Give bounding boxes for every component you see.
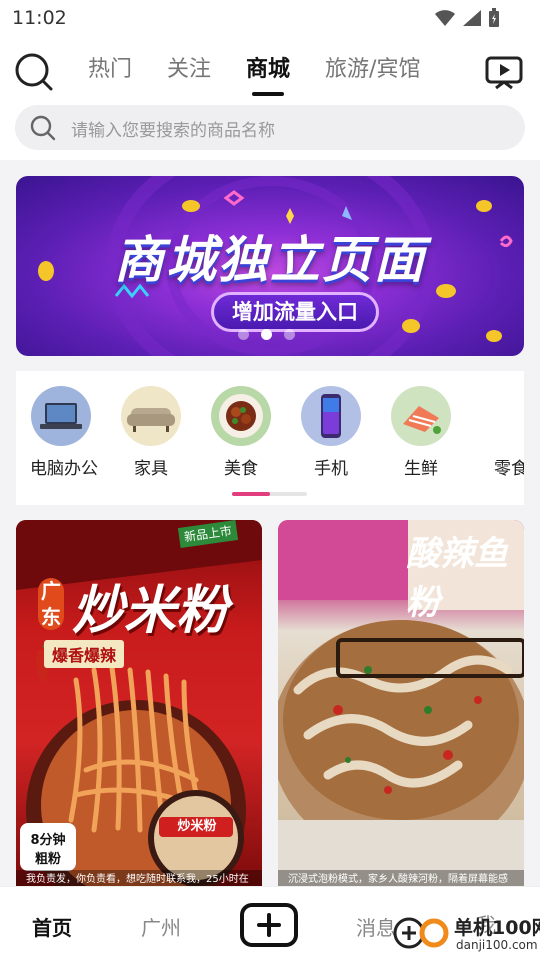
category-row: 电脑办公 家具 美食 手机 生鲜 零食 — [16, 371, 524, 505]
category-fresh[interactable]: 生鲜 — [390, 386, 452, 479]
watermark-url: danji100.com — [456, 938, 538, 952]
category-label: 美食 — [224, 459, 258, 479]
spicy-tag: 爆香爆辣 — [44, 640, 125, 668]
watermark-name: 单机100网 — [454, 917, 540, 939]
banner-dot[interactable] — [284, 329, 295, 340]
video-button[interactable] — [484, 52, 524, 92]
package-label: 炒米粉 — [177, 819, 217, 834]
product-title-art: 酸辣鱼粉 — [406, 534, 508, 623]
sofa-icon — [121, 386, 181, 446]
cook-time-badge: 8分钟 粗粉 — [20, 823, 76, 871]
status-bar: 11:02 — [0, 0, 540, 36]
nav-messages[interactable]: 消息 — [356, 912, 396, 941]
product-card[interactable]: 酸辣鱼粉 沉浸式泡粉模式，家乡人酸辣河粉，隔着屏幕能感 — [278, 520, 524, 890]
status-time: 11:02 — [12, 7, 67, 29]
promo-banner[interactable]: 商城独立页面 增加流量入口 — [16, 176, 524, 356]
banner-title: 商城独立页面 — [114, 231, 426, 289]
phone-icon — [301, 386, 361, 446]
search-input[interactable]: 请输入您要搜索的商品名称 — [15, 105, 525, 150]
watermark: 单机100网 danji100.com — [392, 905, 540, 957]
tab-hot[interactable]: 热门 — [88, 54, 132, 96]
tab-mall[interactable]: 商城 — [246, 54, 290, 96]
product-title-art: 炒米粉 — [72, 581, 229, 641]
tab-travel-hotel[interactable]: 旅游/宾馆 — [325, 54, 420, 96]
search-icon — [30, 115, 56, 141]
search-button[interactable] — [14, 52, 54, 92]
banner-dot[interactable] — [238, 329, 249, 340]
banner-dot-active[interactable] — [261, 329, 272, 340]
category-phone[interactable]: 手机 — [300, 386, 362, 479]
signal-icon — [463, 10, 481, 26]
category-scroll-indicator — [232, 492, 307, 496]
category-label: 家具 — [134, 459, 168, 479]
banner-subtitle: 增加流量入口 — [211, 292, 379, 332]
food-plate-icon — [211, 386, 271, 446]
category-label: 电脑办公 — [30, 459, 98, 479]
search-icon — [15, 53, 53, 91]
category-scroll-indicator-fill — [232, 492, 270, 496]
category-computer-office[interactable]: 电脑办公 — [30, 386, 98, 479]
battery-icon — [489, 8, 499, 27]
cook-time-sub: 粗粉 — [34, 852, 61, 867]
top-header: 热门 关注 商城 旅游/宾馆 请输入您要搜索的商品名称 — [0, 36, 540, 160]
tab-bar: 热门 关注 商城 旅游/宾馆 — [88, 54, 455, 96]
category-label: 零食 — [494, 459, 524, 479]
snack-icon — [481, 386, 524, 446]
nav-home[interactable]: 首页 — [32, 912, 72, 941]
status-icons — [434, 8, 500, 28]
search-placeholder: 请输入您要搜索的商品名称 — [71, 121, 275, 141]
region-badge: 广东 — [38, 578, 64, 630]
category-snacks[interactable]: 零食 — [480, 386, 524, 479]
salmon-icon — [391, 386, 451, 446]
product-card[interactable]: 新品上市 广东 炒米粉 爆香爆辣 8分钟 粗粉 炒米粉 我负责发，你负责看，想吃… — [16, 520, 262, 890]
tv-play-icon — [485, 56, 523, 90]
laptop-icon — [31, 386, 91, 446]
banner-pagination — [238, 329, 295, 340]
tab-follow[interactable]: 关注 — [167, 54, 211, 96]
category-label: 手机 — [314, 459, 348, 479]
watermark-logo-icon — [393, 917, 449, 949]
category-food[interactable]: 美食 — [210, 386, 272, 479]
cook-time-text: 8分钟 — [30, 833, 66, 848]
wifi-icon — [435, 10, 455, 26]
category-furniture[interactable]: 家具 — [120, 386, 182, 479]
category-label: 生鲜 — [404, 459, 438, 479]
plus-icon — [257, 913, 281, 937]
nav-guangzhou[interactable]: 广州 — [141, 912, 181, 941]
publish-button[interactable] — [240, 903, 298, 947]
